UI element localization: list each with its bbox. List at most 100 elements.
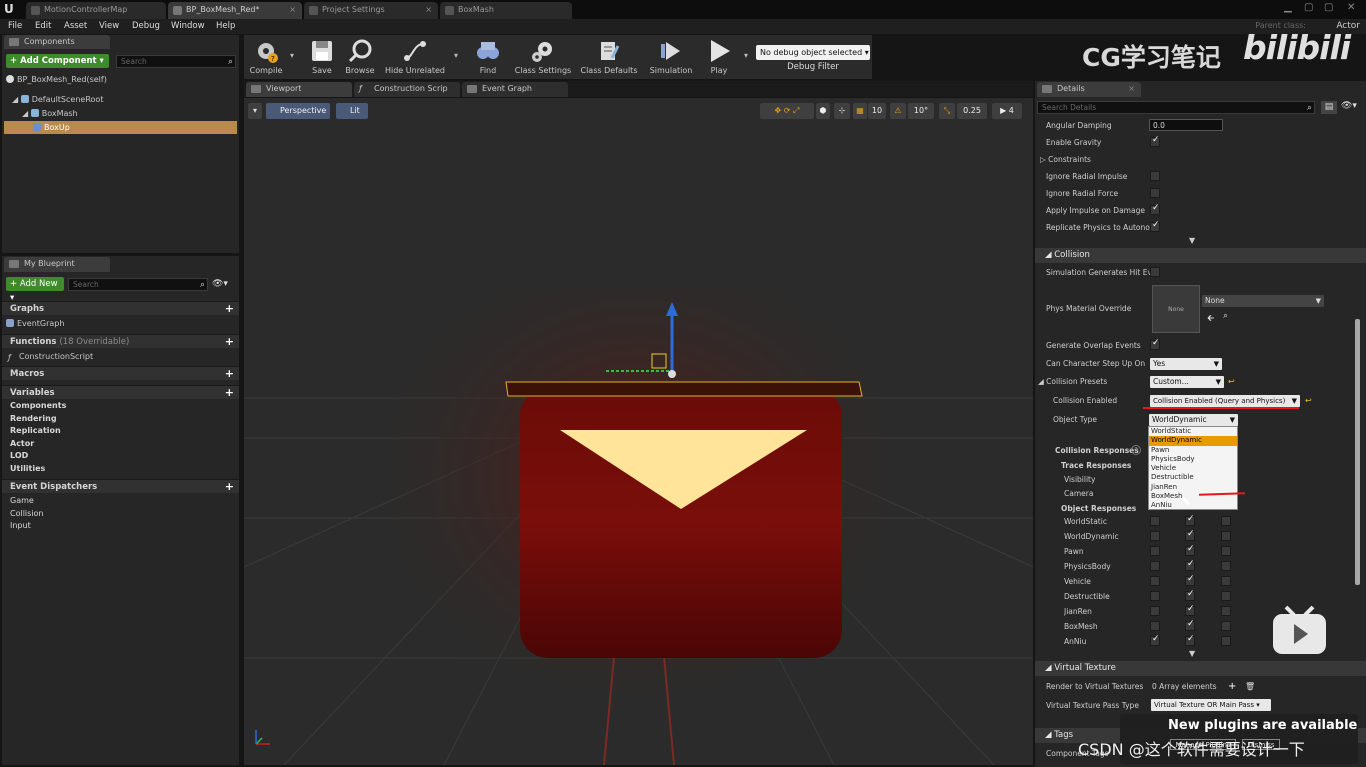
tab-event-graph[interactable]: Event Graph	[462, 82, 568, 97]
block-checkbox[interactable]	[1221, 636, 1231, 646]
block-checkbox[interactable]	[1221, 591, 1231, 601]
variables-category[interactable]: Variables +	[2, 385, 239, 399]
replicate-physics-checkbox[interactable]	[1150, 220, 1160, 232]
rotation-snap-icon[interactable]: ⚠	[890, 103, 906, 119]
ignore-checkbox[interactable]	[1150, 634, 1160, 646]
hide-unrelated-chevron-icon[interactable]: ▾	[454, 51, 458, 60]
viewport[interactable]: ▾ Perspective Lit ✥ ⟳ ⤢ ⬢ ⊹ ▦ 10 ⚠ 10° ⤡…	[244, 98, 1033, 765]
apply-impulse-checkbox[interactable]	[1150, 203, 1160, 215]
browse-button[interactable]: Browse	[342, 35, 378, 79]
add-dispatcher-icon[interactable]: +	[225, 480, 234, 494]
gen-overlap-checkbox[interactable]	[1150, 338, 1160, 350]
add-variable-icon[interactable]: +	[225, 386, 234, 400]
ignore-radial-force-checkbox[interactable]	[1150, 188, 1160, 198]
vt-pass-type-combo[interactable]: Virtual Texture OR Main Pass ▾	[1151, 699, 1271, 711]
dropdown-option[interactable]: AnNiu	[1149, 501, 1237, 510]
tab-construction-script[interactable]: ƒ Construction Scrip	[354, 82, 460, 97]
dropdown-option[interactable]: WorldStatic	[1149, 427, 1237, 436]
event-graph-item[interactable]: EventGraph	[6, 317, 236, 330]
grid-snap-value[interactable]: 10	[868, 103, 886, 119]
menu-window[interactable]: Window	[171, 20, 205, 33]
component-default-scene-root[interactable]: ◢ DefaultSceneRoot	[12, 93, 236, 106]
scale-snap-value[interactable]: 0.25	[957, 103, 987, 119]
overlap-checkbox[interactable]	[1185, 529, 1195, 541]
ignore-checkbox[interactable]	[1150, 606, 1160, 616]
variable-group[interactable]: Replication	[2, 425, 239, 438]
visibility-eye-icon[interactable]: 👁▾	[1341, 101, 1357, 111]
constraints-row[interactable]: ▷ Constraints	[1035, 152, 1358, 167]
viewport-options-chevron-icon[interactable]: ▾	[248, 103, 262, 119]
block-checkbox[interactable]	[1221, 561, 1231, 571]
variable-group[interactable]: Components	[2, 400, 239, 413]
variable-group[interactable]: Actor	[2, 438, 239, 451]
blueprint-search-input[interactable]: Search ⌕	[68, 278, 208, 291]
ignore-checkbox[interactable]	[1150, 546, 1160, 556]
add-element-icon[interactable]: +	[1228, 679, 1236, 694]
block-checkbox[interactable]	[1221, 546, 1231, 556]
components-search-input[interactable]: Search ⌕	[116, 55, 236, 68]
tab-motion-controller-map[interactable]: MotionControllerMap	[26, 2, 166, 19]
phys-material-combo[interactable]: None ▼	[1202, 295, 1324, 307]
dropdown-option-selected[interactable]: WorldDynamic	[1149, 436, 1237, 446]
angular-damping-input[interactable]: 0.0	[1149, 119, 1223, 131]
transform-mode-icons[interactable]: ✥ ⟳ ⤢	[760, 103, 814, 119]
perspective-button[interactable]: Perspective	[266, 103, 330, 119]
add-component-button[interactable]: + Add Component ▾	[6, 54, 109, 68]
block-checkbox[interactable]	[1221, 516, 1231, 526]
component-boxmash[interactable]: ◢ BoxMash	[22, 107, 236, 120]
grid-snap-icon[interactable]: ▦	[853, 103, 867, 119]
ignore-checkbox[interactable]	[1150, 531, 1160, 541]
block-checkbox[interactable]	[1221, 576, 1231, 586]
compile-button[interactable]: ? Compile	[246, 35, 286, 79]
debug-object-select[interactable]: No debug object selected ▾	[756, 45, 870, 60]
my-blueprint-tab[interactable]: My Blueprint	[4, 257, 110, 272]
overlap-checkbox[interactable]	[1185, 559, 1195, 571]
tab-bp-boxmesh-red[interactable]: BP_BoxMesh_Red* ×	[168, 2, 302, 19]
rotation-snap-value[interactable]: 10°	[908, 103, 934, 119]
close-tab-icon[interactable]: ×	[289, 2, 296, 18]
block-checkbox[interactable]	[1221, 621, 1231, 631]
visibility-eye-icon[interactable]: 👁▾	[212, 279, 228, 289]
dropdown-option[interactable]: JianRen	[1149, 483, 1237, 492]
ignore-checkbox[interactable]	[1150, 516, 1160, 526]
property-matrix-icon[interactable]: ▤	[1321, 101, 1337, 114]
minimize-icon[interactable]: ▁	[1284, 2, 1292, 13]
compile-options-chevron-icon[interactable]: ▾	[290, 51, 294, 60]
scale-snap-icon[interactable]: ⤡	[939, 103, 955, 119]
component-self[interactable]: BP_BoxMesh_Red(self)	[6, 73, 236, 86]
block-checkbox[interactable]	[1221, 606, 1231, 616]
details-tab[interactable]: Details ×	[1037, 82, 1141, 97]
details-search-input[interactable]: Search Details ⌕	[1037, 101, 1315, 114]
variable-group[interactable]: LOD	[2, 450, 239, 463]
components-tab[interactable]: Components	[4, 35, 110, 49]
find-button[interactable]: Find	[472, 35, 504, 79]
construction-script-item[interactable]: ƒ ConstructionScript	[8, 350, 236, 363]
lit-button[interactable]: Lit	[336, 103, 368, 119]
ignore-checkbox[interactable]	[1150, 561, 1160, 571]
event-dispatchers-category[interactable]: Event Dispatchers +	[2, 479, 239, 493]
hide-unrelated-button[interactable]: Hide Unrelated	[384, 35, 446, 79]
play-options-chevron-icon[interactable]: ▾	[744, 51, 748, 60]
add-graph-icon[interactable]: +	[225, 302, 234, 316]
tab-boxmash[interactable]: BoxMash	[440, 2, 572, 19]
dispatcher-group[interactable]: Game	[2, 495, 239, 508]
menu-debug[interactable]: Debug	[132, 20, 160, 33]
close-tab-icon[interactable]: ×	[425, 2, 432, 18]
dropdown-option[interactable]: Destructible	[1149, 473, 1237, 482]
overlap-checkbox[interactable]	[1185, 544, 1195, 556]
save-button[interactable]: Save	[304, 35, 340, 79]
block-checkbox[interactable]	[1221, 531, 1231, 541]
dropdown-option[interactable]: Vehicle	[1149, 464, 1237, 473]
macros-category[interactable]: Macros +	[2, 366, 239, 380]
play-button[interactable]: Play	[702, 35, 736, 79]
component-boxup[interactable]: BoxUp	[4, 121, 237, 134]
overlap-checkbox[interactable]	[1185, 634, 1195, 646]
functions-category[interactable]: Functions (18 Overridable) +	[2, 334, 239, 348]
ignore-radial-impulse-checkbox[interactable]	[1150, 171, 1160, 181]
menu-edit[interactable]: Edit	[35, 20, 51, 33]
add-function-icon[interactable]: +	[225, 335, 234, 349]
phys-material-thumbnail[interactable]: None	[1152, 285, 1200, 333]
collision-presets-combo[interactable]: Custom... ▼	[1150, 376, 1224, 388]
close-icon[interactable]: ✕	[1347, 2, 1355, 13]
enable-gravity-checkbox[interactable]	[1150, 135, 1160, 147]
